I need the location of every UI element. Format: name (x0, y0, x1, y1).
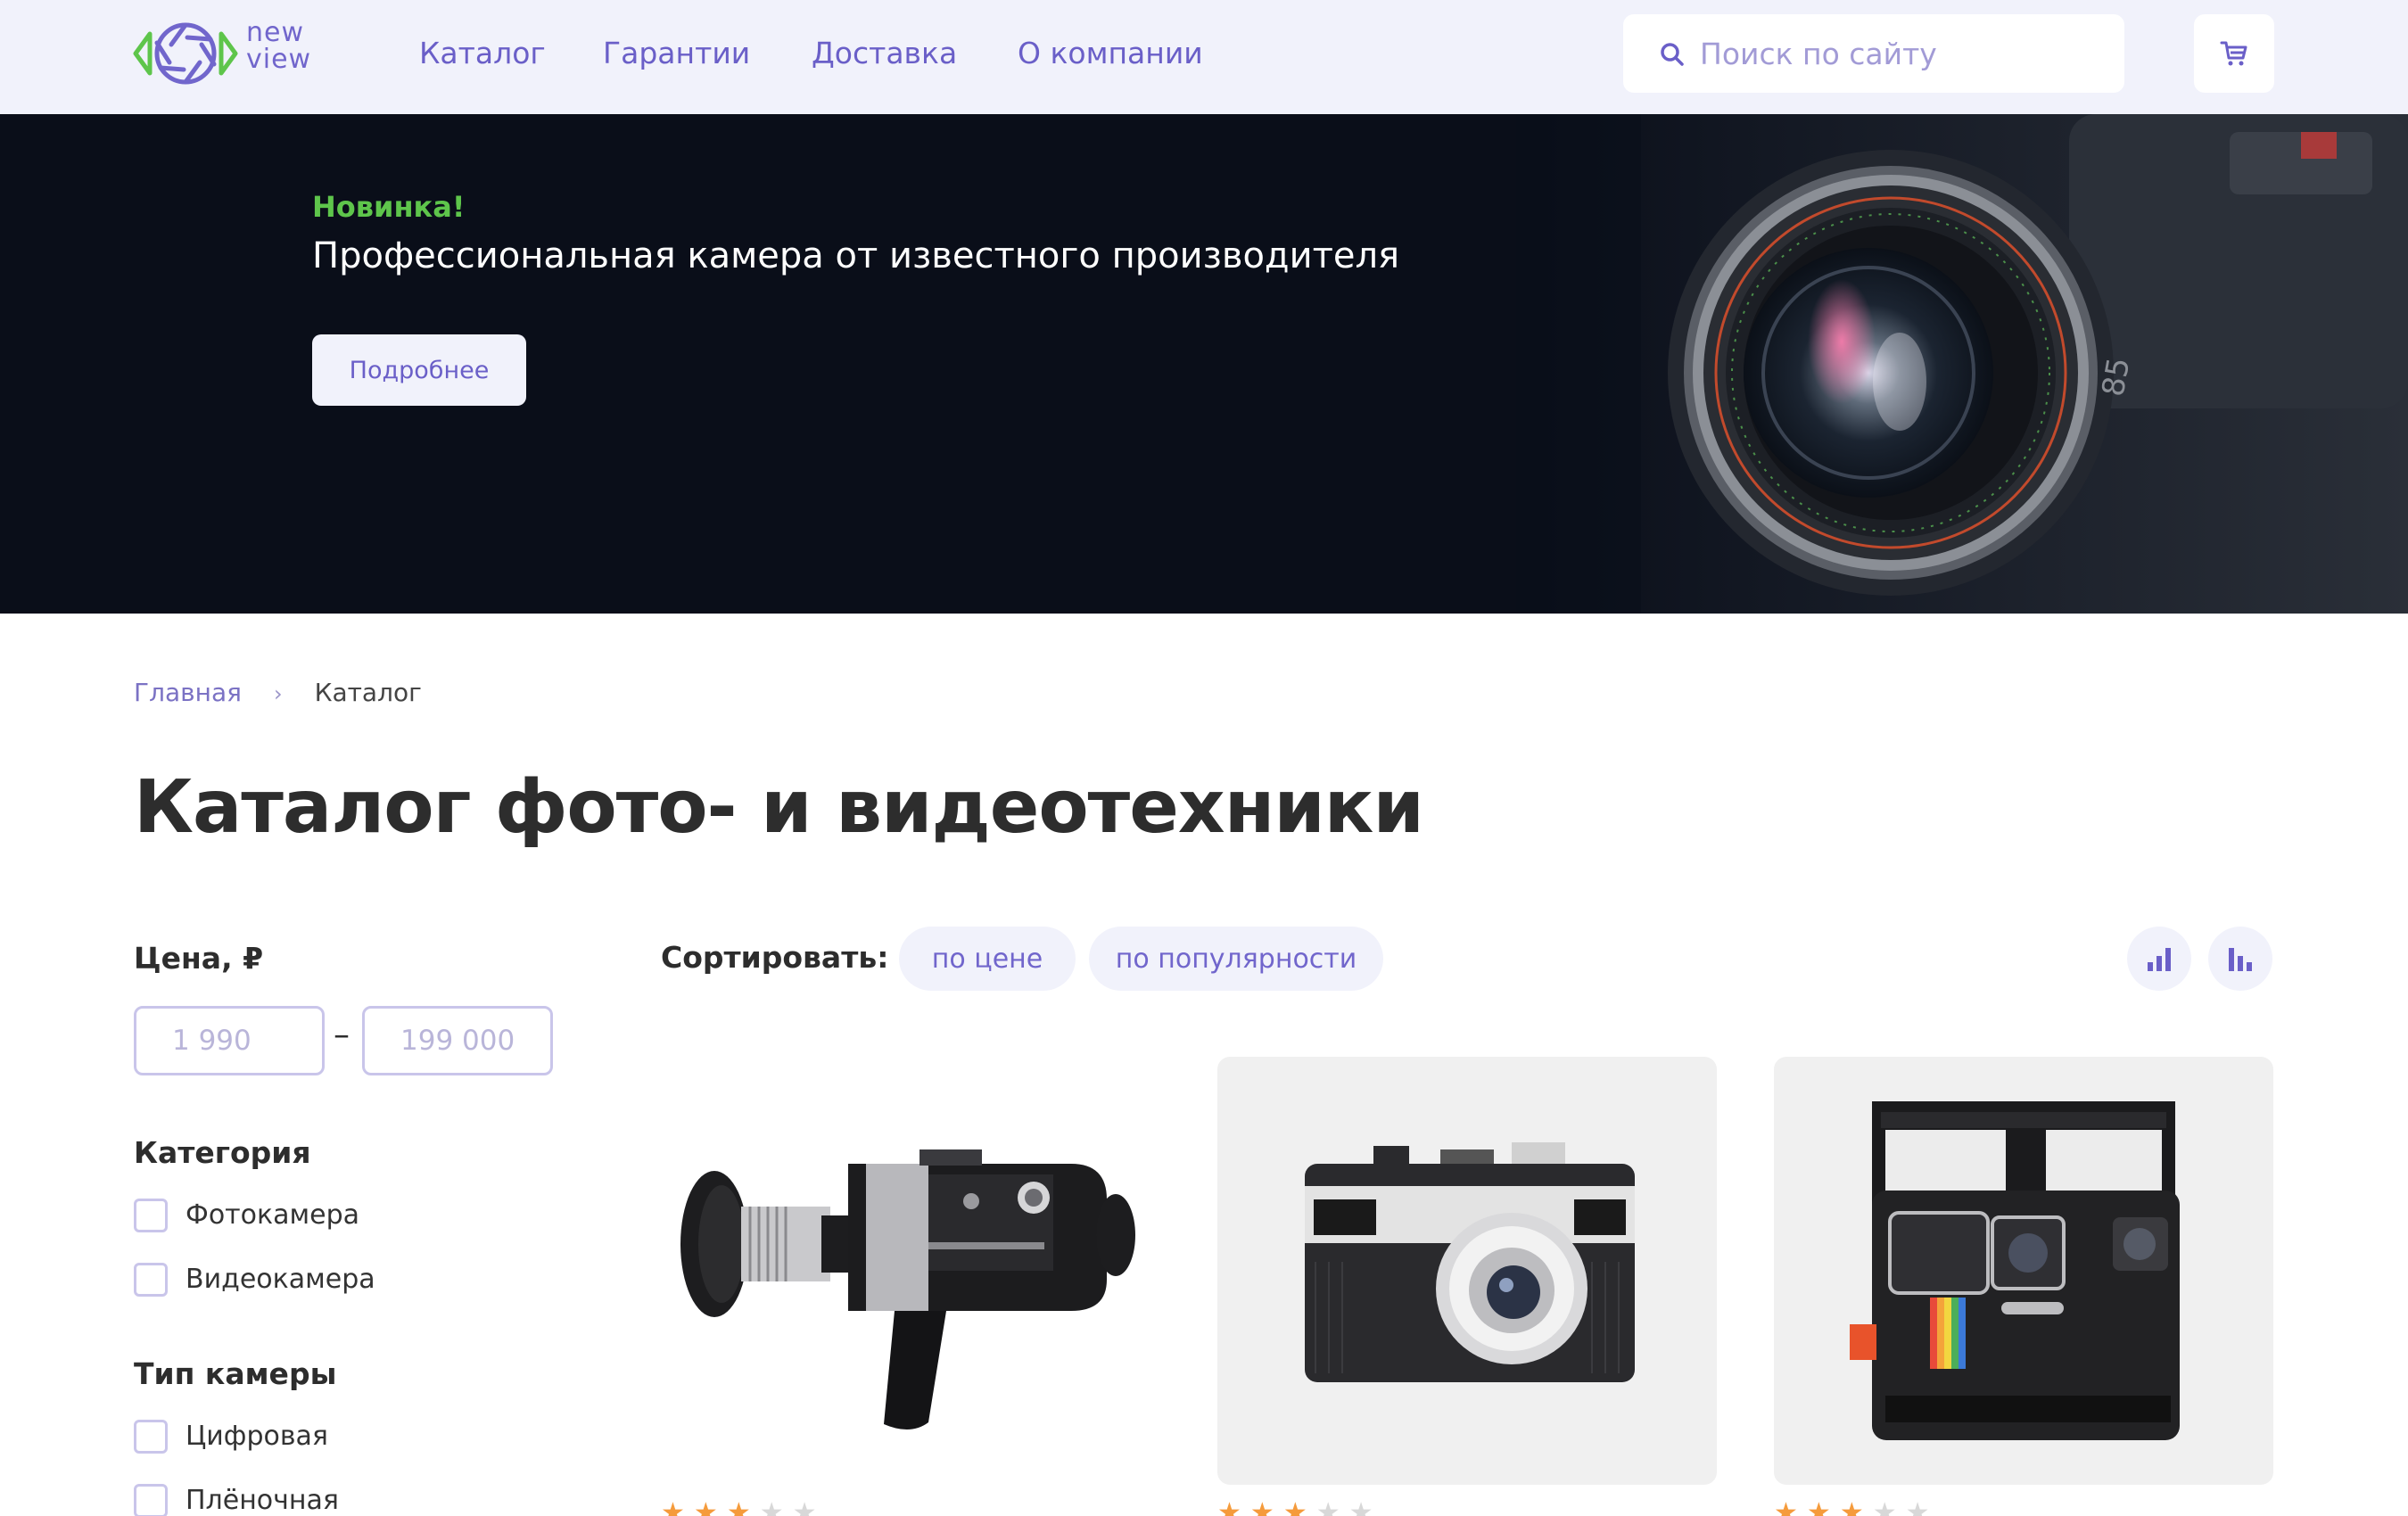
sort-descending-bars-icon (2229, 948, 2252, 971)
camera-type-film-label: Плёночная (186, 1485, 339, 1516)
category-photo-checkbox[interactable] (134, 1199, 168, 1232)
star-icon: ★ (1839, 1497, 1864, 1516)
sort-ascending-button[interactable] (2127, 927, 2191, 991)
breadcrumb-home[interactable]: Главная (134, 678, 242, 707)
search-icon[interactable] (1659, 41, 1686, 68)
camera-type-filter-heading: Тип камеры (134, 1356, 337, 1391)
category-photo-label: Фотокамера (186, 1199, 360, 1231)
search-box (1623, 14, 2124, 93)
product-card-movie-camera[interactable] (661, 1057, 1160, 1485)
breadcrumb-separator-icon: › (273, 681, 283, 706)
hero-more-button[interactable]: Подробнее (312, 334, 526, 406)
nav-delivery[interactable]: Доставка (812, 36, 957, 71)
instant-camera-image (1850, 1101, 2180, 1440)
star-icon: ★ (759, 1497, 784, 1516)
nav-warranty[interactable]: Гарантии (603, 36, 750, 71)
search-input[interactable] (1700, 30, 2101, 77)
cart-icon (2220, 41, 2247, 66)
star-icon: ★ (1872, 1497, 1897, 1516)
camera-type-digital-label: Цифровая (186, 1421, 328, 1452)
logo-wordmark: new view (246, 20, 311, 73)
star-icon: ★ (1905, 1497, 1930, 1516)
price-filter-heading: Цена, ₽ (134, 941, 264, 976)
nav-catalog[interactable]: Каталог (419, 36, 546, 71)
movie-camera-image (680, 1149, 1135, 1430)
star-icon: ★ (726, 1497, 751, 1516)
product-card-film-camera[interactable] (1217, 1057, 1717, 1485)
sort-by-popularity-button[interactable]: по популярности (1089, 927, 1383, 991)
product-rating-3: ★ ★ ★ ★ ★ (1774, 1500, 1939, 1516)
star-icon: ★ (1282, 1497, 1307, 1516)
price-min-input[interactable] (134, 1006, 325, 1075)
star-icon: ★ (1249, 1497, 1274, 1516)
product-rating-2: ★ ★ ★ ★ ★ (1217, 1500, 1382, 1516)
breadcrumb: Главная › Каталог (134, 678, 422, 707)
camera-type-film-checkbox[interactable] (134, 1484, 168, 1516)
film-camera-image (1305, 1142, 1635, 1382)
star-icon: ★ (1806, 1497, 1831, 1516)
logo[interactable]: new view (132, 18, 319, 89)
star-icon: ★ (1315, 1497, 1340, 1516)
lens-marking: 85 (2095, 355, 2137, 400)
product-rating-1: ★ ★ ★ ★ ★ (661, 1500, 826, 1516)
nav-about[interactable]: О компании (1018, 36, 1203, 71)
star-icon: ★ (1217, 1497, 1241, 1516)
breadcrumb-current: Каталог (314, 678, 422, 707)
category-video-label: Видеокамера (186, 1264, 375, 1295)
hero-banner: 85 Новинка! Профессиональная камера от и… (0, 114, 2408, 614)
product-card-instant-camera[interactable] (1774, 1057, 2273, 1485)
logo-line-2: view (246, 44, 312, 75)
camera-type-digital-checkbox[interactable] (134, 1420, 168, 1454)
star-icon: ★ (661, 1497, 685, 1516)
star-icon: ★ (792, 1497, 817, 1516)
sort-by-price-button[interactable]: по цене (899, 927, 1076, 991)
logo-line-1: new (246, 17, 305, 48)
cart-button[interactable] (2194, 14, 2274, 93)
sort-ascending-bars-icon (2148, 948, 2171, 971)
hero-title: Профессиональная камера от известного пр… (312, 235, 1400, 276)
price-range-dash: – (334, 1017, 350, 1053)
sort-label: Сортировать: (661, 940, 889, 975)
star-icon: ★ (1774, 1497, 1798, 1516)
category-filter-heading: Категория (134, 1135, 311, 1170)
camera-lens-image: 85 (1516, 114, 2408, 614)
star-icon: ★ (1348, 1497, 1373, 1516)
price-max-input[interactable] (362, 1006, 553, 1075)
star-icon: ★ (693, 1497, 718, 1516)
page-title: Каталог фото- и видеотехники (134, 765, 1424, 850)
hero-label: Новинка! (312, 190, 466, 224)
sort-descending-button[interactable] (2208, 927, 2272, 991)
site-header: new view Каталог Гарантии Доставка О ком… (0, 0, 2408, 114)
category-video-checkbox[interactable] (134, 1263, 168, 1297)
logo-aperture-icon (133, 22, 238, 85)
